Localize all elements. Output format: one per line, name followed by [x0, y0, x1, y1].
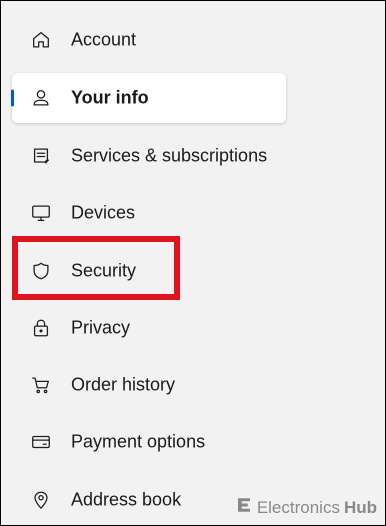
sidebar-item-security[interactable]: Security	[12, 246, 286, 296]
sidebar-item-label: Address book	[71, 489, 182, 510]
cart-icon	[30, 374, 52, 396]
sidebar-item-privacy[interactable]: Privacy	[12, 303, 286, 353]
electronics-hub-logo-icon	[235, 496, 253, 519]
subscriptions-icon	[30, 145, 52, 167]
sidebar-item-label: Payment options	[71, 431, 206, 452]
selected-indicator	[11, 89, 14, 107]
shield-icon	[30, 260, 52, 282]
sidebar-item-label: Your info	[71, 87, 149, 108]
watermark-suffix: Hub	[343, 497, 377, 517]
sidebar-item-label: Devices	[71, 202, 136, 223]
credit-card-icon	[30, 431, 52, 453]
sidebar-item-account[interactable]: Account	[12, 15, 286, 65]
sidebar-item-label: Privacy	[71, 317, 131, 338]
sidebar-item-services-subscriptions[interactable]: Services & subscriptions	[12, 131, 286, 181]
lock-icon	[30, 317, 52, 339]
sidebar-item-payment-options[interactable]: Payment options	[12, 417, 286, 467]
monitor-icon	[30, 202, 52, 224]
person-icon	[30, 87, 52, 109]
sidebar-item-label: Services & subscriptions	[71, 145, 268, 166]
settings-window: Account Your info Services & subscriptio…	[0, 0, 386, 526]
sidebar-item-label: Account	[71, 29, 137, 50]
location-pin-icon	[30, 489, 52, 511]
sidebar-item-your-info[interactable]: Your info	[11, 73, 286, 123]
watermark-brand: Electronics	[256, 497, 340, 517]
sidebar-item-label: Order history	[71, 374, 176, 395]
watermark: Electronics Hub	[235, 496, 377, 519]
sidebar-item-label: Security	[71, 260, 137, 281]
home-icon	[30, 29, 52, 51]
sidebar-nav: Account Your info Services & subscriptio…	[1, 1, 385, 525]
sidebar-item-devices[interactable]: Devices	[12, 188, 286, 238]
sidebar-item-order-history[interactable]: Order history	[12, 360, 286, 410]
